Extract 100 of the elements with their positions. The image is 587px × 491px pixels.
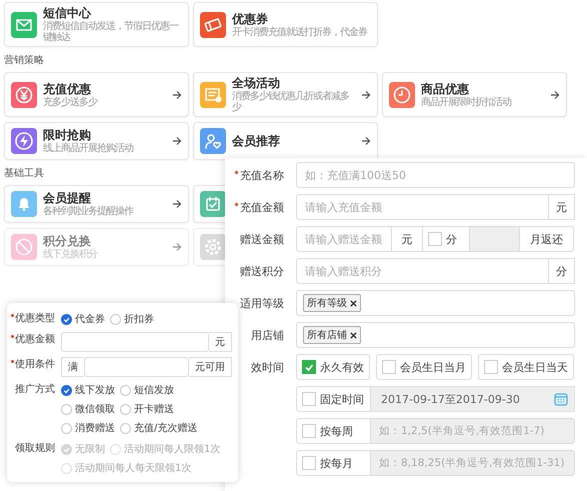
bell-icon (11, 191, 37, 217)
checkbox-option[interactable]: 按每周 (296, 418, 371, 444)
mail-icon (11, 12, 37, 38)
field-label: 赠送金额 (240, 232, 284, 246)
tag-field[interactable]: 所有店铺 (296, 322, 575, 348)
date-field[interactable]: 2017-09-17至2017-09-30 (371, 386, 575, 412)
feature-card[interactable]: 会员推荐 (193, 122, 378, 160)
checkbox-option[interactable]: 消费赠送 (61, 420, 115, 436)
checkbox-option[interactable]: 线下发放 (61, 382, 115, 398)
check-icon (63, 446, 70, 452)
input-field[interactable] (84, 357, 189, 377)
arrow-icon (550, 90, 560, 100)
input-field[interactable]: 如：8,18,25(半角逗号,有效范围1-31) (371, 450, 575, 476)
calendar-icon[interactable] (554, 392, 568, 406)
check-icon (63, 316, 70, 322)
close-icon[interactable] (350, 332, 357, 338)
radio-option[interactable]: 代金券 (61, 311, 105, 327)
input-field[interactable]: 请输入充值金额 (296, 194, 549, 220)
checkbox-option[interactable]: 充值/充次赠送 (120, 420, 198, 436)
card-description: 线上商品开展抢购活动 (43, 143, 133, 154)
card-title: 全场活动 (232, 76, 280, 90)
checkbox-option[interactable]: 固定时间 (296, 386, 371, 412)
tag-label: 所有店铺 (307, 328, 347, 342)
card-title: 优惠券 (232, 12, 268, 26)
unit-addon: 元 (209, 332, 232, 352)
card-description: 消费多少钱优惠几折或者减多少 (232, 91, 350, 113)
arrow-icon (361, 90, 371, 100)
card-description: 商品开展限时折扣活动 (421, 96, 511, 108)
field-label: 适用等级 (240, 296, 284, 310)
field-label: 优惠金额 (15, 332, 55, 347)
arrow-icon (172, 199, 182, 209)
unit-addon: 分 (549, 258, 575, 284)
feature-card[interactable]: 短信中心 消费短信自动发送，节假日优惠一键触达 (4, 2, 189, 47)
close-icon[interactable] (350, 300, 357, 306)
arrow-icon (172, 242, 182, 252)
unit-addon: 元可用 (189, 357, 232, 377)
arrow-icon (172, 136, 182, 146)
card-title: 短信中心 (43, 6, 91, 20)
field-label: 效时间 (251, 360, 284, 374)
unit-addon: 元 (392, 226, 423, 252)
card-description: 消费短信自动发送，节假日优惠一键触达 (43, 21, 180, 43)
feature-card[interactable]: 充值优惠 充多少送多少 (4, 72, 189, 117)
card-description: 开卡消费充值就送打折券，代金券 (232, 26, 367, 38)
input-field[interactable]: 请输入赠送金额 (296, 226, 392, 252)
input-field[interactable]: 如：充值满100送50 (296, 162, 575, 188)
feature-card[interactable]: 积分兑换 线下兑换积分 (4, 228, 189, 266)
field-label: 用店铺 (251, 328, 284, 342)
card-title: 商品优惠 (421, 82, 469, 96)
checkbox[interactable] (61, 384, 72, 396)
field-label: 推广方式 (15, 382, 55, 397)
feature-card[interactable]: 会员提醒 各种到期业务提醒操作 (4, 185, 189, 223)
checkbox-option[interactable]: 按每月 (296, 450, 371, 476)
checkbox-option[interactable]: 会员生日当月 (376, 354, 472, 380)
feature-card[interactable]: 商品优惠 商品开展限时折扣活动 (382, 72, 567, 117)
card-title: 积分兑换 (43, 234, 91, 248)
section-title: 营销策略 (4, 54, 44, 67)
field-label: 优惠类型 (15, 312, 55, 326)
yen-icon (11, 82, 37, 108)
input-field[interactable] (61, 332, 209, 352)
card-title: 会员推荐 (232, 134, 280, 148)
input-field[interactable]: 如：1,2,5(半角逗号,有效范围1-7) (371, 418, 575, 444)
field-label: 充值金额 (240, 200, 284, 214)
radio-button[interactable] (61, 314, 72, 324)
card-title: 限时抢购 (43, 128, 91, 142)
card-title: 会员提醒 (43, 191, 91, 206)
feature-card[interactable]: 优惠券 开卡消费充值就送打折券，代金券 (193, 2, 378, 47)
unit-addon: 满 (61, 357, 84, 377)
clock-icon (389, 82, 415, 108)
date-value: 2017-09-17至2017-09-30 (381, 392, 520, 406)
tag-field[interactable]: 所有等级 (296, 290, 575, 316)
arrow-icon (361, 136, 371, 146)
gear-icon (200, 234, 226, 260)
checkbox-option[interactable]: 微信领取 (61, 401, 115, 417)
card-description: 各种到期业务提醒操作 (43, 206, 133, 217)
arrow-icon (172, 90, 182, 100)
check-icon (304, 362, 314, 372)
card-description: 线下兑换积分 (43, 249, 97, 260)
lightning-icon (11, 128, 37, 154)
checkbox-option[interactable]: 开卡赠送 (120, 401, 174, 417)
checkbox-option[interactable]: 会员生日当天 (478, 354, 574, 380)
prohibited-icon (11, 234, 37, 260)
field-label: 使用条件 (15, 358, 55, 372)
section-title: 基础工具 (4, 166, 44, 180)
checkbox-option[interactable]: 分 (423, 226, 470, 252)
feature-card[interactable]: 全场活动 消费多少钱优惠几折或者减多少 (193, 72, 378, 117)
tag[interactable]: 所有等级 (303, 294, 361, 312)
checkbox-option[interactable]: 永久有效 (296, 354, 370, 380)
tag[interactable]: 所有店铺 (303, 326, 361, 344)
tag-label: 所有等级 (307, 296, 347, 310)
checkbox[interactable] (302, 360, 316, 374)
unit-addon: 元 (549, 194, 575, 220)
field-label: 赠送积分 (240, 264, 284, 278)
input-field[interactable]: 请输入赠送积分 (296, 258, 549, 284)
feature-card[interactable]: 限时抢购 线上商品开展抢购活动 (4, 122, 189, 160)
card-title: 充值优惠 (43, 82, 91, 96)
checkbox-option[interactable]: 短信发放 (120, 382, 174, 398)
field-label: 领取规则 (15, 442, 55, 456)
radio-option[interactable]: 折扣券 (110, 311, 154, 327)
unit-addon: 月返还 (520, 226, 574, 252)
check-icon (63, 386, 70, 394)
